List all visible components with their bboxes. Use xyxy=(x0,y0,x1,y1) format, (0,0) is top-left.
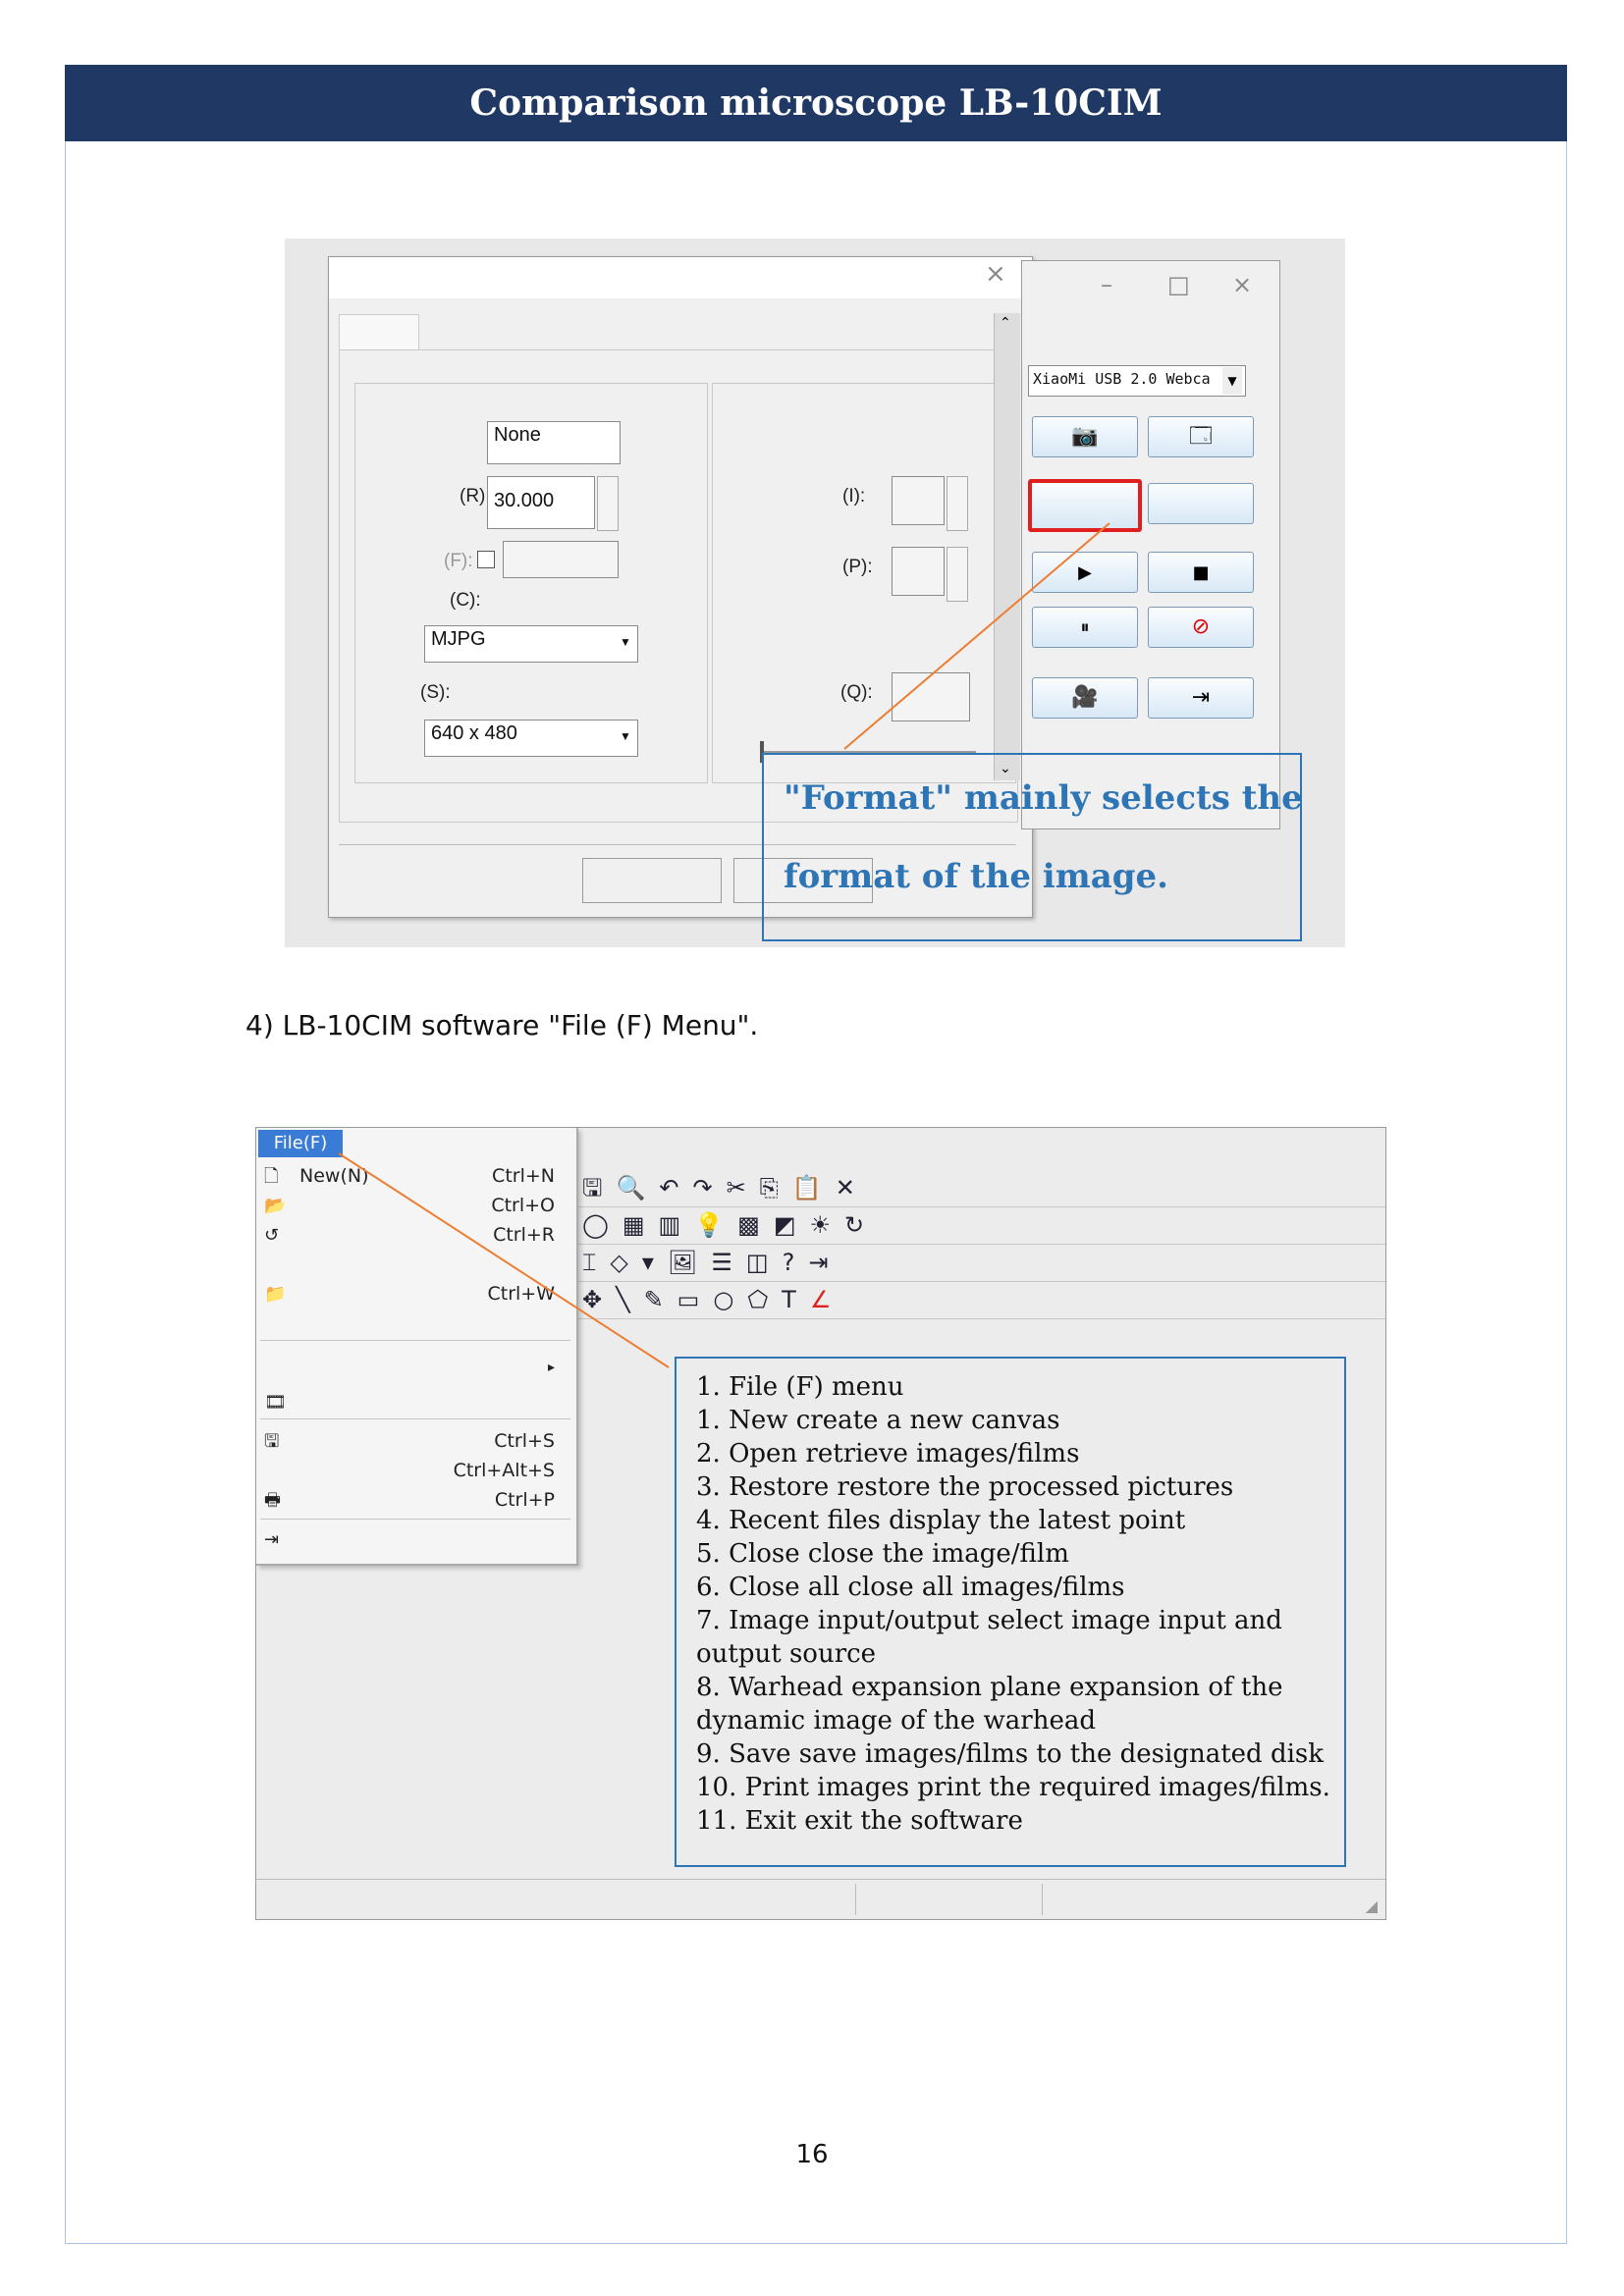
page-header: Comparison microscope LB-10CIM xyxy=(65,65,1567,141)
info-line: 8. Warhead expansion plane expansion of … xyxy=(696,1673,1283,1702)
info-line: 5. Close close the image/film xyxy=(696,1539,1069,1569)
format-dialog-screenshot: × None (R): 30.000 (F): (C): MJPG ▼ (S):… xyxy=(285,239,1345,947)
header-title: Comparison microscope LB-10CIM xyxy=(469,82,1163,124)
info-line: 3. Restore restore the processed picture… xyxy=(696,1472,1234,1502)
info-line: 1. New create a new canvas xyxy=(696,1406,1060,1435)
file-menu-description-box: 1. File (F) menu 1. New create a new can… xyxy=(675,1357,1346,1867)
info-line: 11. Exit exit the software xyxy=(696,1806,1023,1836)
info-line: 2. Open retrieve images/films xyxy=(696,1439,1080,1468)
file-menu-screenshot: 🖫🔍↶↷✂⎘📋✕ ◯▦▥💡▩◩☀↻ ⌶◇▾🖼☰◫?⇥ ✥╲✎▭○⬠T∠ File… xyxy=(255,1127,1386,1920)
status-divider xyxy=(1042,1884,1043,1915)
step-heading: 4) LB-10CIM software "File (F) Menu". xyxy=(245,1009,759,1041)
info-line: 7. Image input/output select image input… xyxy=(696,1606,1282,1635)
info-line: 4. Recent files display the latest point xyxy=(696,1506,1186,1535)
format-callout: "Format" mainly selects the format of th… xyxy=(762,753,1303,941)
info-line: 10. Print images print the required imag… xyxy=(696,1773,1330,1802)
resize-grip-icon[interactable]: ◢ xyxy=(1366,1896,1378,1915)
status-bar: ◢ xyxy=(256,1879,1385,1919)
status-divider xyxy=(855,1884,856,1915)
page-number: 16 xyxy=(795,2140,829,2169)
info-line: 6. Close all close all images/films xyxy=(696,1573,1125,1602)
info-line: 1. File (F) menu xyxy=(696,1372,904,1402)
info-line: output source xyxy=(696,1639,877,1669)
info-line: dynamic image of the warhead xyxy=(696,1706,1096,1735)
callout-line-2: format of the image. xyxy=(784,857,1168,896)
callout-line-1: "Format" mainly selects the xyxy=(784,778,1303,818)
info-line: 9. Save save images/films to the designa… xyxy=(696,1739,1325,1769)
